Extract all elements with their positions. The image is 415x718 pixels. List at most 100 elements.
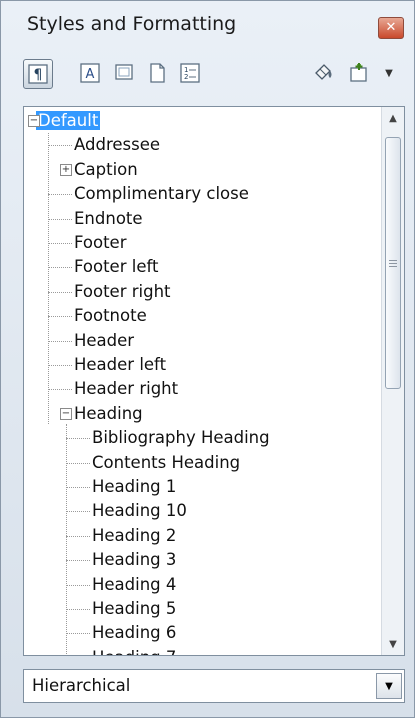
tree-item-label: Bibliography Heading (92, 428, 270, 448)
tree-item[interactable]: Heading (74, 402, 143, 426)
tree-item-label: Heading 5 (92, 599, 177, 618)
tree-item-label: Footer (74, 233, 127, 252)
tree-connector-line (48, 365, 72, 366)
tree-item[interactable]: Footer left (74, 255, 158, 279)
tree-item-label: Caption (74, 159, 138, 179)
paragraph-styles-icon: ¶ (28, 64, 48, 84)
tree-connector-line (48, 291, 72, 293)
tree-connector-line (48, 145, 72, 147)
tree-connector-line (66, 535, 90, 537)
toolbar-menu-button[interactable]: ▼ (380, 59, 398, 87)
tree-item[interactable]: Footer right (74, 280, 171, 304)
styles-tree[interactable]: Default − Addressee Caption + Complimentary c… (24, 107, 382, 655)
chevron-down-icon: ▼ (385, 67, 393, 79)
scroll-down-button[interactable]: ▼ (382, 633, 404, 655)
expand-icon[interactable]: + (60, 163, 72, 176)
tree-connector-line (66, 487, 90, 488)
tree-connector-line (66, 633, 90, 635)
tree-item-label: Heading 3 (92, 550, 177, 570)
frame-styles-button[interactable] (110, 59, 138, 87)
scroll-up-button[interactable]: ▲ (382, 107, 404, 129)
close-icon: ✕ (385, 20, 397, 35)
scrollbar-grip-line (389, 266, 397, 267)
tree-connector-line (66, 462, 90, 464)
tree-item[interactable]: Default (36, 109, 101, 133)
new-style-from-selection-button[interactable] (345, 59, 373, 87)
tree-connector-line (66, 511, 90, 513)
tree-item[interactable]: Heading 3 (92, 548, 176, 572)
tree-item-label: Heading 4 (92, 574, 177, 594)
tree-item[interactable]: Header (74, 329, 134, 353)
tree-item[interactable]: Bibliography Heading (92, 426, 270, 450)
tree-connector-line (48, 389, 72, 391)
page-styles-button[interactable] (143, 59, 171, 87)
svg-text:A: A (86, 67, 95, 82)
styles-list-panel: Default − Addressee Caption + Complimentary c… (23, 106, 405, 656)
svg-text:2: 2 (184, 73, 188, 81)
collapse-icon[interactable]: − (60, 407, 72, 420)
tree-connector-line (66, 438, 90, 440)
vertical-scrollbar[interactable]: ▲ ▼ (381, 107, 404, 655)
frame-styles-icon (115, 64, 133, 80)
tree-connector-line (66, 423, 67, 655)
style-filter-value: Hierarchical (32, 676, 131, 695)
tree-item[interactable]: Heading 10 (92, 499, 187, 523)
tree-item-label: Header (74, 330, 135, 350)
tree-item[interactable]: Addressee (74, 133, 160, 157)
tree-connector-line (66, 609, 90, 610)
tree-item-label: Footer right (74, 281, 171, 301)
paragraph-styles-button[interactable]: ¶ (23, 59, 53, 89)
tree-connector-line (48, 243, 72, 244)
style-filter-select[interactable]: Hierarchical ▼ (23, 669, 405, 703)
tree-item-label: Footnote (74, 306, 147, 326)
list-styles-button[interactable]: 1 2 (176, 59, 204, 87)
tree-item-label: Heading 6 (92, 623, 177, 643)
tree-item[interactable]: Heading 5 (92, 597, 176, 621)
fill-format-icon (315, 64, 332, 80)
tree-item-label: Complimentary close (74, 184, 249, 204)
tree-item-label: Heading 1 (92, 477, 177, 496)
styles-and-formatting-window: Styles and Formatting ✕ ¶ A 1 2 ▼ Defaul… (0, 0, 415, 718)
page-styles-icon (150, 63, 165, 83)
tree-item-label: Heading (74, 403, 143, 423)
tree-item[interactable]: Heading 2 (92, 524, 176, 548)
tree-item-label: Footer left (74, 257, 159, 277)
tree-item[interactable]: Endnote (74, 207, 143, 231)
chevron-down-icon: ▼ (385, 680, 393, 692)
tree-item[interactable]: Heading 6 (92, 621, 176, 645)
tree-item[interactable]: Contents Heading (92, 451, 240, 475)
tree-item-label: Heading 10 (92, 501, 187, 521)
close-button[interactable]: ✕ (378, 17, 404, 39)
tree-connector-line (66, 584, 90, 586)
tree-connector-line (48, 218, 72, 220)
scroll-down-icon: ▼ (389, 638, 397, 650)
tree-connector-line (48, 267, 72, 269)
tree-item[interactable]: Header left (74, 353, 166, 377)
scrollbar-thumb[interactable] (385, 137, 401, 389)
character-styles-button[interactable]: A (76, 59, 104, 87)
scrollbar-grip-line (389, 263, 397, 264)
tree-item[interactable]: Header right (74, 377, 178, 401)
tree-connector-line (48, 194, 72, 196)
fill-format-mode-button[interactable] (310, 59, 338, 87)
title-bar[interactable]: Styles and Formatting ✕ (1, 1, 414, 43)
style-filter-dropdown-button[interactable]: ▼ (376, 673, 402, 699)
scrollbar-grip-line (389, 260, 397, 261)
tree-item[interactable]: Heading 7 (92, 646, 176, 655)
collapse-icon[interactable]: − (28, 115, 40, 127)
tree-connector-line (48, 316, 72, 318)
svg-text:¶: ¶ (34, 67, 43, 83)
tree-item[interactable]: Caption (74, 158, 138, 182)
character-styles-icon: A (80, 63, 100, 83)
tree-item-label: Default (36, 111, 101, 130)
new-style-icon (350, 63, 367, 82)
scroll-up-icon: ▲ (389, 112, 397, 124)
tree-item-label: Addressee (74, 135, 161, 155)
tree-item[interactable]: Heading 1 (92, 475, 176, 499)
tree-item-label: Header right (74, 379, 179, 399)
tree-item[interactable]: Footer (74, 231, 127, 255)
tree-item[interactable]: Complimentary close (74, 182, 249, 206)
tree-item[interactable]: Footnote (74, 304, 147, 328)
tree-item-label: Heading 7 (92, 648, 176, 655)
tree-item[interactable]: Heading 4 (92, 573, 176, 597)
